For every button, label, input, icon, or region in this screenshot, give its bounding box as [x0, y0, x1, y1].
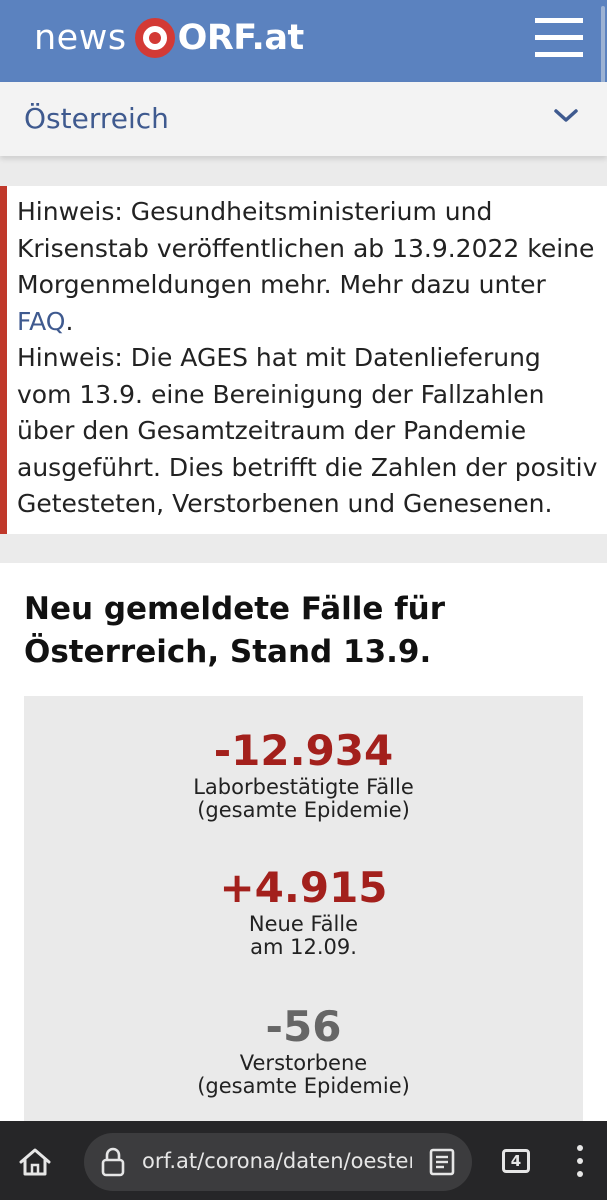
hamburger-menu-icon[interactable]: [532, 16, 586, 60]
more-vert-icon[interactable]: [572, 1145, 588, 1177]
stat-lab-confirmed: -12.934 Laborbestätigte Fälle (gesamte E…: [24, 726, 583, 822]
logo-orf-text: ORF.at: [177, 18, 305, 58]
notice-text-1: Hinweis: Gesundheitsministerium und Kris…: [17, 197, 595, 299]
stat-value: +4.915: [219, 863, 388, 912]
faq-link[interactable]: FAQ: [17, 307, 65, 336]
browser-toolbar: orf.at/corona/daten/oesterreich 4: [0, 1121, 607, 1200]
stat-sublabel: am 12.09.: [250, 935, 357, 959]
notice-paragraph-2: Hinweis: Die AGES hat mit Datenlieferung…: [17, 343, 598, 518]
logo-news-text: news: [34, 18, 127, 58]
stat-label: Verstorbene: [239, 1051, 368, 1075]
stat-sublabel: (gesamte Epidemie): [197, 1074, 410, 1098]
stat-label: Laborbestätigte Fälle: [193, 775, 414, 799]
stat-value: -12.934: [213, 726, 394, 775]
home-icon[interactable]: [18, 1147, 52, 1177]
lock-icon[interactable]: [100, 1147, 126, 1177]
orf-news-logo[interactable]: news ORF.at: [34, 13, 304, 63]
section-selector[interactable]: Österreich: [0, 82, 607, 156]
notice-accent-bar: [0, 186, 7, 534]
tab-count: 4: [510, 1152, 522, 1170]
notice-paragraph-1: Hinweis: Gesundheitsministerium und Kris…: [17, 194, 601, 340]
reader-mode-icon[interactable]: [428, 1148, 456, 1176]
chevron-down-icon[interactable]: [552, 102, 580, 130]
address-bar[interactable]: orf.at/corona/daten/oesterreich: [84, 1133, 472, 1191]
card-title: Neu gemeldete Fälle für Österreich, Stan…: [24, 591, 446, 670]
top-header: news ORF.at: [0, 0, 607, 102]
stats-box: -12.934 Laborbestätigte Fälle (gesamte E…: [24, 696, 583, 1176]
url-text[interactable]: orf.at/corona/daten/oesterreich: [142, 1149, 412, 1173]
stat-new-cases: +4.915 Neue Fälle am 12.09.: [24, 863, 583, 959]
section-label: Österreich: [24, 102, 169, 135]
stat-sublabel: (gesamte Epidemie): [197, 798, 410, 822]
stat-value: -56: [265, 1002, 342, 1051]
stat-label: Neue Fälle: [248, 912, 359, 936]
orf-eye-icon: [134, 18, 175, 58]
notice-text-1-end: .: [65, 306, 74, 336]
cases-card: Neu gemeldete Fälle für Österreich, Stan…: [0, 563, 607, 1176]
notice-box: Hinweis: Gesundheitsministerium und Kris…: [0, 186, 607, 534]
stat-deaths: -56 Verstorbene (gesamte Epidemie): [24, 1002, 583, 1098]
tab-switcher-button[interactable]: 4: [502, 1149, 530, 1173]
